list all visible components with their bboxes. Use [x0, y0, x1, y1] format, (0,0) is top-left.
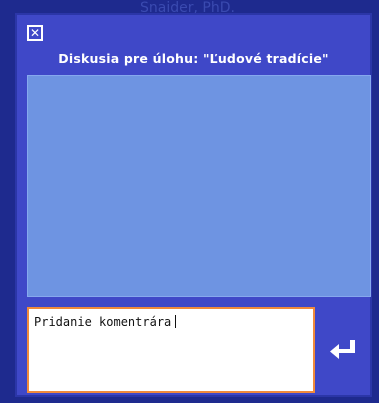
comment-input[interactable]: Pridanie komentrára: [27, 307, 315, 393]
send-button[interactable]: [325, 335, 361, 367]
discussion-messages-area[interactable]: [27, 75, 371, 297]
close-icon: ✕: [29, 26, 41, 40]
text-caret: [175, 315, 177, 328]
enter-return-icon: [330, 340, 355, 359]
comment-input-text: Pridanie komentrára: [34, 315, 172, 329]
discussion-dialog: ✕ Diskusia pre úlohu: "Ľudové tradície" …: [15, 13, 372, 397]
close-button[interactable]: ✕: [27, 25, 43, 41]
dialog-title: Diskusia pre úlohu: "Ľudové tradície": [58, 51, 329, 66]
